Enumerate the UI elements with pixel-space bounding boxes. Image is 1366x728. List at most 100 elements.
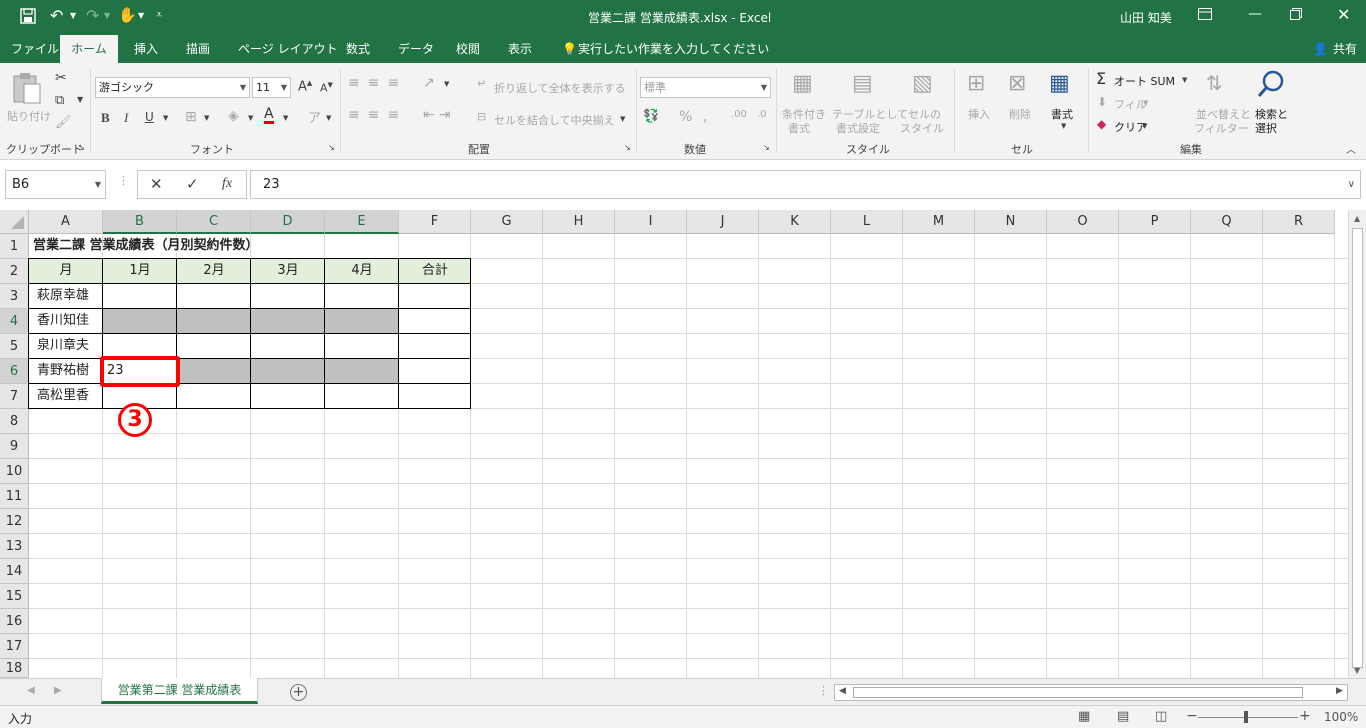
sort-filter-icon[interactable]: ⇅ [1206, 71, 1223, 95]
spreadsheet-grid[interactable]: ABCDEFGHIJKLMNOPQR 1 2 3 4 5 6 7 8 9 10 11 12 13 14 15… [0, 210, 1366, 678]
tab-split-handle-icon[interactable]: ⋮ [818, 684, 829, 697]
column-header-g[interactable]: G [471, 210, 543, 234]
column-header-r[interactable]: R [1263, 210, 1335, 234]
tab-formulas[interactable]: 数式 [346, 35, 370, 63]
scroll-left-icon[interactable]: ◀ [839, 686, 846, 696]
clipboard-launcher-icon[interactable]: ↘ [78, 143, 85, 152]
scroll-right-icon[interactable]: ▶ [1336, 686, 1343, 696]
tell-me-box[interactable]: 実行したい作業を入力してください [578, 35, 769, 63]
row-header-15[interactable]: 15 [0, 584, 29, 609]
search-icon[interactable] [1256, 69, 1286, 102]
header-apr[interactable]: 4月 [325, 259, 399, 283]
indent-icons[interactable]: ⇤⇥ [423, 107, 454, 123]
percent-icon[interactable]: % [679, 109, 692, 125]
select-all-corner[interactable] [0, 210, 29, 234]
column-header-d[interactable]: D [251, 210, 325, 234]
merge-center-button[interactable]: セルを結合して中央揃え [494, 112, 615, 128]
font-launcher-icon[interactable]: ↘ [328, 143, 335, 152]
insert-function-icon[interactable]: fx [222, 176, 232, 192]
vertical-align-icons[interactable]: ≡≡≡ [348, 75, 407, 91]
tab-review[interactable]: 校閲 [456, 35, 480, 63]
row-header-16[interactable]: 16 [0, 609, 29, 634]
row-header-10[interactable]: 10 [0, 459, 29, 484]
font-size-select[interactable]: 11 ▼ [252, 77, 291, 98]
format-cells-label[interactable]: 書式 [1051, 106, 1073, 122]
row-header-3[interactable]: 3 [0, 284, 29, 309]
header-total[interactable]: 合計 [399, 259, 471, 283]
row-header-2[interactable]: 2 [0, 259, 29, 284]
alignment-launcher-icon[interactable]: ↘ [624, 143, 631, 152]
delete-cells-icon[interactable]: ⊠ [1008, 71, 1026, 96]
wrap-text-icon[interactable]: ↵ [477, 77, 486, 90]
header-feb[interactable]: 2月 [177, 259, 251, 283]
insert-cells-icon[interactable]: ⊞ [967, 71, 985, 96]
tab-page-layout[interactable]: ページ レイアウト [238, 35, 338, 63]
column-header-q[interactable]: Q [1191, 210, 1263, 234]
column-header-l[interactable]: L [831, 210, 903, 234]
enter-icon[interactable]: ✓ [186, 175, 199, 193]
minimize-icon[interactable]: — [1248, 6, 1262, 22]
autosum-icon[interactable]: Σ [1096, 69, 1106, 88]
column-header-h[interactable]: H [543, 210, 615, 234]
header-mar[interactable]: 3月 [251, 259, 325, 283]
collapse-ribbon-icon[interactable]: ︿ [1346, 141, 1356, 156]
fill-button[interactable]: フィル [1114, 96, 1147, 112]
cell-styles-icon[interactable]: ▧ [912, 71, 933, 96]
number-launcher-icon[interactable]: ↘ [763, 143, 770, 152]
wrap-text-button[interactable]: 折り返して全体を表示する [494, 80, 626, 96]
sheet-tab-active[interactable]: 営業第二課 営業成績表 [101, 678, 258, 704]
fill-color-icon[interactable]: ◈ [228, 108, 239, 124]
name-cell[interactable]: 高松里香 [37, 384, 89, 408]
tab-data[interactable]: データ [398, 35, 434, 63]
conditional-format-icon[interactable]: ▦ [792, 71, 813, 96]
increase-decimal-icon[interactable]: .00 [731, 109, 747, 120]
name-cell[interactable]: 青野祐樹 [37, 359, 89, 383]
orientation-icon[interactable]: ↗ [423, 75, 435, 91]
row-header-1[interactable]: 1 [0, 234, 29, 259]
grow-font-icon[interactable]: A▲ [298, 79, 312, 94]
close-icon[interactable]: ✕ [1337, 5, 1350, 24]
row-header-14[interactable]: 14 [0, 559, 29, 584]
column-header-j[interactable]: J [687, 210, 759, 234]
drag-handle-icon[interactable]: ⋮ [118, 174, 129, 187]
add-sheet-icon[interactable]: + [290, 684, 307, 701]
customize-qat-icon[interactable]: ⩡ [156, 8, 162, 22]
merge-icon[interactable]: ⊟ [477, 110, 486, 123]
next-sheet-icon[interactable]: ▶ [54, 685, 62, 696]
scroll-up-icon[interactable]: ▲ [1354, 214, 1360, 223]
italic-icon[interactable]: I [124, 110, 128, 126]
header-month[interactable]: 月 [29, 259, 103, 283]
name-box[interactable]: B6 ▼ [5, 170, 106, 199]
row-header-12[interactable]: 12 [0, 509, 29, 534]
bold-icon[interactable]: B [101, 110, 110, 126]
row-header-11[interactable]: 11 [0, 484, 29, 509]
fill-dropdown-icon[interactable]: ▼ [248, 114, 253, 122]
normal-view-icon[interactable]: ▦ [1078, 709, 1090, 724]
share-button[interactable]: 共有 [1333, 35, 1357, 63]
chevron-down-icon[interactable]: ▼ [95, 171, 101, 198]
tab-view[interactable]: 表示 [508, 35, 532, 63]
eraser-icon[interactable]: ◆ [1097, 117, 1106, 131]
column-header-f[interactable]: F [399, 210, 471, 234]
zoom-in-icon[interactable]: + [1299, 708, 1311, 724]
header-jan[interactable]: 1月 [103, 259, 177, 283]
table-title[interactable]: 営業二課 営業成績表（月別契約件数） [33, 234, 259, 258]
column-header-b[interactable]: B [103, 210, 177, 234]
cond-format-label-2[interactable]: 書式 [788, 120, 810, 136]
prev-sheet-icon[interactable]: ◀ [27, 685, 35, 696]
zoom-out-icon[interactable]: − [1186, 708, 1198, 724]
column-header-o[interactable]: O [1047, 210, 1119, 234]
row-header-13[interactable]: 13 [0, 534, 29, 559]
fill-dropdown-icon[interactable]: ▼ [1143, 99, 1148, 107]
phonetic-dropdown-icon[interactable]: ▼ [326, 114, 331, 122]
cut-icon[interactable]: ✂ [55, 70, 67, 86]
paste-label[interactable]: 貼り付け [7, 108, 51, 124]
column-header-a[interactable]: A [29, 210, 103, 234]
column-header-e[interactable]: E [325, 210, 399, 234]
name-cell[interactable]: 萩原幸雄 [37, 284, 89, 308]
fill-down-icon[interactable]: ⬇ [1097, 95, 1107, 109]
name-cell[interactable]: 泉川章夫 [37, 334, 89, 358]
ribbon-display-icon[interactable] [1198, 8, 1212, 23]
paste-icon[interactable] [12, 72, 42, 107]
copy-icon[interactable]: ⧉ [55, 93, 64, 108]
